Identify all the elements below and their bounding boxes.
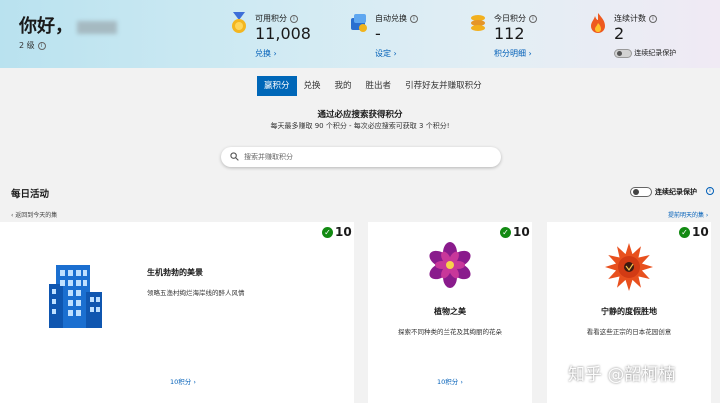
card-points-link[interactable]: 10积分 › bbox=[437, 376, 463, 386]
check-icon: ✓ bbox=[500, 226, 511, 238]
card-title: 宁静的度假胜地 bbox=[601, 307, 657, 316]
tab-redeem[interactable]: 兑换 bbox=[297, 76, 328, 96]
available-points-value: 11,008 bbox=[255, 24, 311, 43]
sun-flower-icon bbox=[605, 243, 653, 291]
activity-card-1[interactable]: ✓ 10 生机勃勃的美景 领略五渔村绚烂海岸线的醉人风情 10积分 › bbox=[0, 222, 354, 403]
check-icon: ✓ bbox=[322, 226, 333, 238]
activity-card-2[interactable]: ✓ 10 植物之美 探索不同种类的兰花及其绚丽的花朵 10积分 › bbox=[368, 222, 532, 403]
info-icon[interactable]: i bbox=[290, 14, 298, 23]
streak-value: 2 bbox=[614, 24, 625, 43]
coins-icon bbox=[471, 15, 485, 31]
info-icon[interactable]: i bbox=[649, 14, 657, 23]
tab-referral[interactable]: 引荐好友并赚取积分 bbox=[398, 76, 489, 96]
card-description: 探索不同种类的兰花及其绚丽的花朵 bbox=[398, 328, 502, 336]
card-points-link[interactable]: 10积分 › bbox=[170, 376, 196, 386]
daily-activities-title: 每日活动 bbox=[11, 189, 50, 200]
set-link[interactable]: 设定 › bbox=[375, 48, 397, 59]
main-tabs: 赢积分 兑换 我的 胜出者 引荐好友并赚取积分 bbox=[257, 76, 489, 96]
watermark: 知乎 @韶柯楠 bbox=[568, 365, 676, 385]
points-badge: ✓ 10 bbox=[500, 225, 530, 239]
building-icon bbox=[49, 265, 102, 328]
card-description: 看看这些正宗的日本花园创意 bbox=[586, 328, 672, 336]
orchid-flower-icon bbox=[429, 242, 471, 288]
toggle-switch[interactable] bbox=[614, 48, 632, 58]
info-icon[interactable]: i bbox=[410, 14, 418, 23]
points-detail-link[interactable]: 积分明细 › bbox=[494, 48, 532, 59]
medal-icon bbox=[232, 12, 246, 33]
search-placeholder: 搜索并赚取积分 bbox=[244, 153, 293, 161]
info-icon[interactable]: i bbox=[706, 187, 714, 195]
promo-subtitle: 每天最多赚取 90 个积分 - 每次必应搜索可获取 3 个积分! bbox=[270, 122, 450, 130]
flame-icon bbox=[591, 13, 605, 33]
redeem-link[interactable]: 兑换 › bbox=[255, 48, 277, 59]
available-points-label: 可用积分 i bbox=[255, 13, 298, 24]
search-icon bbox=[230, 152, 239, 161]
points-badge: ✓ 10 bbox=[679, 225, 709, 239]
daily-streak-protection-toggle[interactable]: 连续纪录保护 bbox=[630, 187, 697, 197]
today-points-label: 今日积分 i bbox=[494, 13, 537, 24]
search-bar[interactable]: 搜索并赚取积分 bbox=[221, 147, 501, 167]
rewards-header: 你好， 2 级i 可用积分 i 11,008 兑换 › 自动兑换 i - 设定 › … bbox=[0, 0, 720, 68]
level-label: 2 级i bbox=[19, 40, 46, 51]
promo-title: 通过必应搜索获得积分 bbox=[317, 110, 403, 120]
tab-winners[interactable]: 胜出者 bbox=[359, 76, 399, 96]
toggle-switch[interactable] bbox=[630, 187, 652, 197]
auto-redeem-value: - bbox=[375, 24, 381, 43]
card-description: 领略五渔村绚烂海岸线的醉人风情 bbox=[147, 289, 245, 297]
streak-protection-toggle[interactable]: 连续纪录保护 bbox=[614, 48, 676, 58]
check-icon: ✓ bbox=[679, 226, 690, 238]
info-icon[interactable]: i bbox=[529, 14, 537, 23]
card-title: 生机勃勃的美景 bbox=[147, 268, 203, 277]
streak-label: 连续计数 i bbox=[614, 13, 657, 24]
blurred-username bbox=[77, 20, 117, 34]
preview-tomorrow-link[interactable]: 提前明天的集 › bbox=[668, 210, 708, 219]
greeting: 你好， bbox=[19, 12, 117, 38]
back-to-today-link[interactable]: ‹ 返回到今天的集 bbox=[11, 210, 57, 219]
card-title: 植物之美 bbox=[434, 307, 466, 316]
info-icon[interactable]: i bbox=[37, 41, 46, 50]
auto-redeem-label: 自动兑换 i bbox=[375, 13, 418, 24]
today-points-value: 112 bbox=[494, 24, 525, 43]
tab-mine[interactable]: 我的 bbox=[328, 76, 359, 96]
points-badge: ✓ 10 bbox=[322, 225, 352, 239]
tab-earn[interactable]: 赢积分 bbox=[257, 76, 297, 96]
gift-card-icon bbox=[351, 14, 367, 32]
